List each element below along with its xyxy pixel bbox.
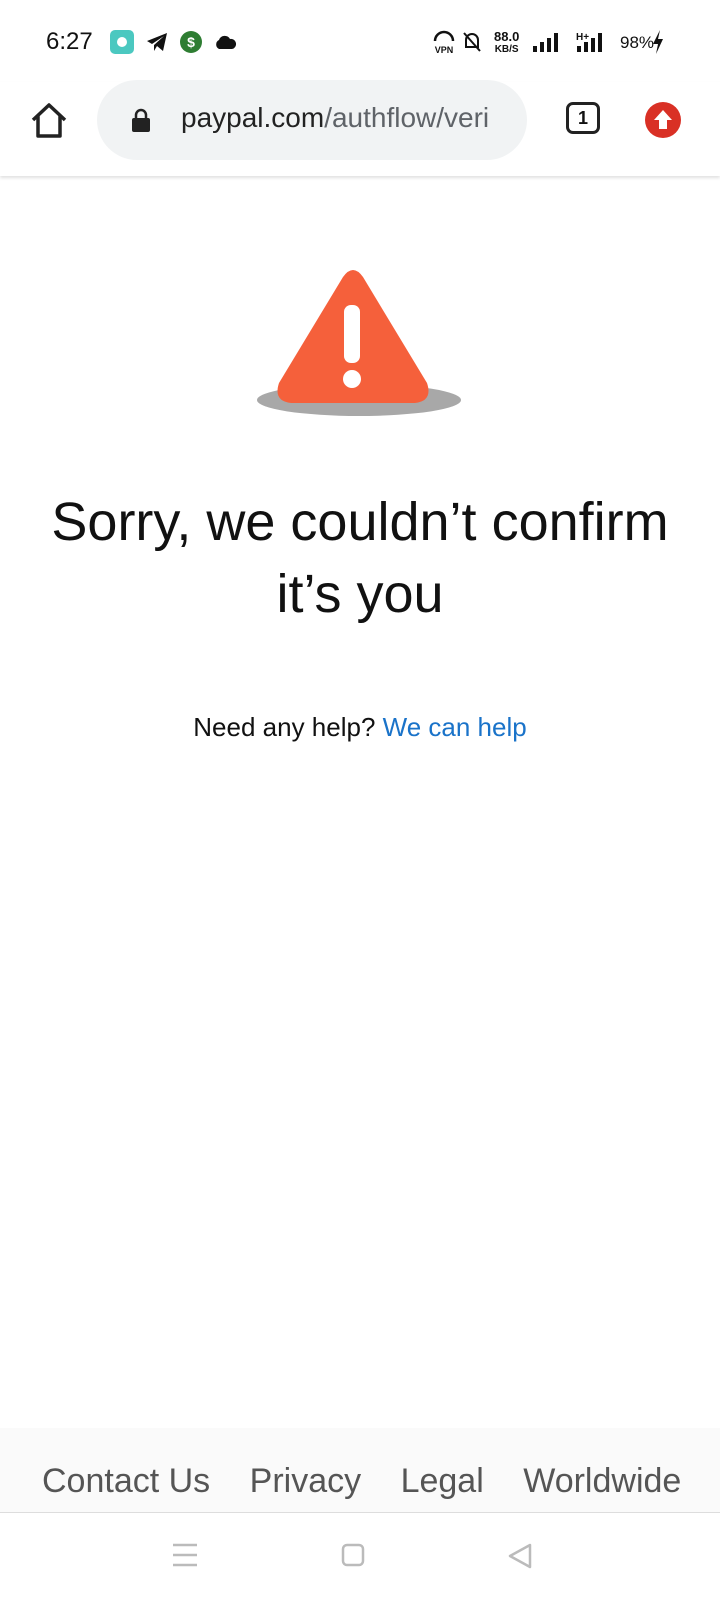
svg-text:H+: H+ — [576, 32, 589, 43]
telegram-icon — [147, 33, 167, 51]
arrow-up-icon — [654, 110, 672, 129]
svg-text:VPN: VPN — [435, 45, 454, 54]
lock-icon — [132, 108, 150, 132]
bell-off-icon — [463, 32, 481, 52]
update-button[interactable] — [645, 102, 681, 138]
status-time: 6:27 — [46, 28, 93, 55]
footer-links: Contact Us Privacy Legal Worldwide — [42, 1462, 711, 1501]
footer-link-worldwide[interactable]: Worldwide — [523, 1462, 681, 1500]
help-text: Need any help? We can help — [0, 712, 720, 743]
svg-text:$: $ — [187, 34, 195, 50]
vpn-icon: VPN — [433, 30, 455, 54]
footer: Contact Us Privacy Legal Worldwide — [0, 1428, 720, 1513]
battery-charging-icon — [653, 30, 663, 54]
navigation-bar — [0, 1513, 720, 1600]
tab-count: 1 — [577, 108, 588, 128]
url-domain: paypal.com — [181, 102, 325, 133]
footer-link-contact-us[interactable]: Contact Us — [42, 1462, 210, 1500]
url-text[interactable]: paypal.com/authflow/veri — [181, 102, 489, 134]
home-nav-icon[interactable] — [341, 1543, 365, 1567]
warning-icon — [257, 270, 461, 416]
tab-switcher-button[interactable]: 1 — [566, 102, 600, 134]
browser-toolbar: paypal.com/authflow/veri 1 — [0, 80, 720, 176]
home-icon[interactable] — [28, 100, 70, 142]
battery-level: 98% — [620, 33, 655, 52]
app-icon — [110, 30, 134, 54]
menu-icon[interactable] — [172, 1543, 198, 1567]
network-speed: 88.0 KB/S — [494, 30, 519, 56]
url-path: /authflow/veri — [324, 102, 490, 133]
url-bar[interactable]: paypal.com/authflow/veri — [97, 80, 527, 160]
footer-link-legal[interactable]: Legal — [401, 1462, 484, 1500]
we-can-help-link[interactable]: We can help — [383, 712, 527, 742]
speed-value: 88.0 — [494, 29, 520, 44]
dollar-icon: $ — [180, 31, 202, 53]
cloud-icon — [216, 35, 237, 49]
help-prefix: Need any help? — [193, 712, 376, 742]
signal-h-icon: H+ — [576, 32, 602, 52]
footer-link-privacy[interactable]: Privacy — [250, 1462, 361, 1500]
back-icon[interactable] — [507, 1543, 533, 1569]
page-title: Sorry, we couldn’t confirm it’s you — [51, 492, 669, 624]
signal-icon — [533, 33, 558, 52]
status-bar: 6:27 $ VPN 88.0 KB/S H+ 98% — [0, 0, 720, 82]
speed-unit: KB/S — [494, 44, 519, 55]
